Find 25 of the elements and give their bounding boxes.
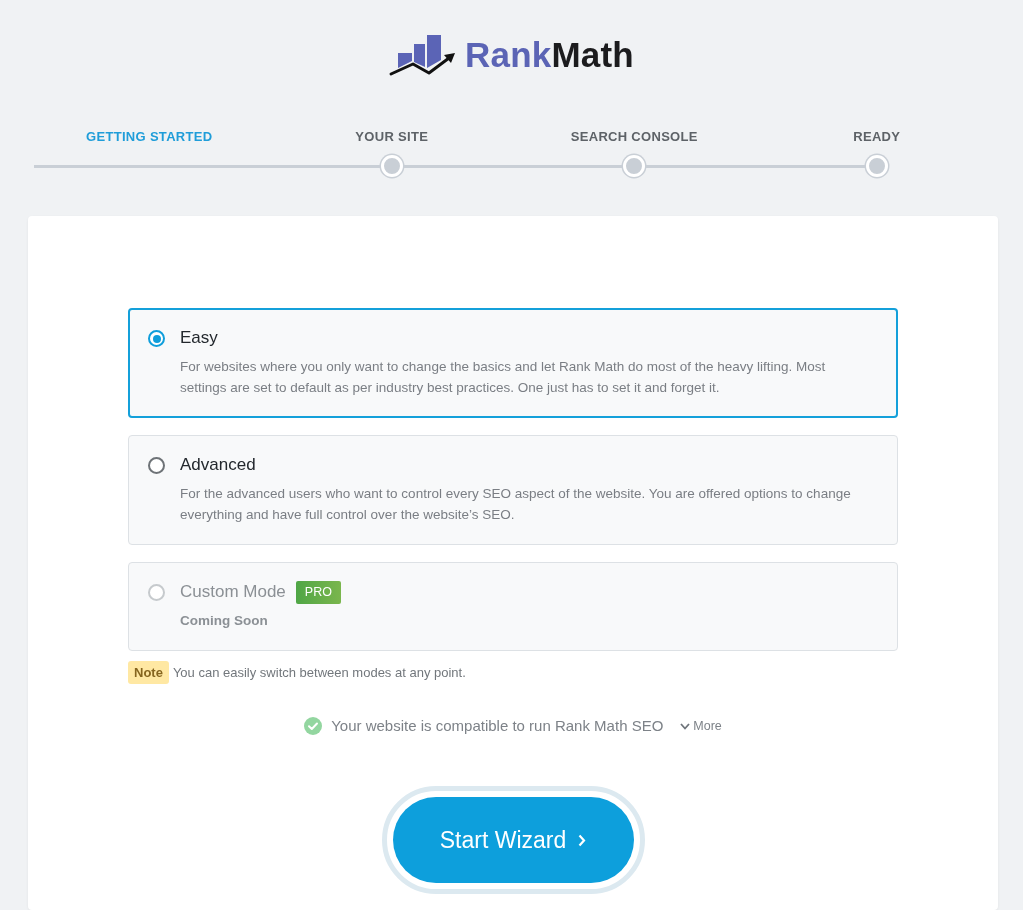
- note-tag: Note: [128, 661, 169, 684]
- logo-text: RankMath: [465, 34, 634, 76]
- mode-title: Custom Mode: [180, 581, 286, 603]
- logo-chart-icon: [389, 33, 458, 77]
- mode-description: For websites where you only want to change the basics and let Rank Math do most of the heavy lifting. Most settings are set to default as per industry best practices. One just has to set it and forget it.: [180, 358, 827, 397]
- mode-option[interactable]: Advanced For the advanced users who want to control every SEO aspect of the website. You are offered options to change everything and have full control over the website’s SEO.: [128, 435, 898, 545]
- more-toggle[interactable]: More: [680, 716, 722, 736]
- compatibility-text: Your website is compatible to run Rank Math SEO: [331, 715, 664, 736]
- pro-badge: PRO: [295, 580, 341, 604]
- chevron-down-icon: [680, 722, 691, 730]
- step-label: SEARCH CONSOLE: [570, 128, 698, 146]
- check-circle-icon: [304, 717, 323, 735]
- mode-option[interactable]: [128, 308, 898, 418]
- start-wizard-button[interactable]: Start Wizard: [381, 786, 645, 894]
- coming-soon-text: Coming Soon: [180, 612, 269, 630]
- radio-button[interactable]: [148, 330, 165, 347]
- note-text: You can easily switch between modes at any point.: [172, 663, 466, 682]
- mode-title: Advanced: [180, 454, 256, 476]
- radio-button[interactable]: [148, 457, 165, 474]
- step-label: READY: [853, 128, 901, 146]
- mode-title: Easy: [180, 327, 218, 349]
- step-label: GETTING STARTED: [86, 128, 213, 146]
- mode-description: For the advanced users who want to control every SEO aspect of the website. You are offered options to change everything and have full control over the website’s SEO.: [180, 485, 852, 524]
- chevron-right-icon: [578, 833, 587, 847]
- step-label: YOUR SITE: [355, 128, 429, 146]
